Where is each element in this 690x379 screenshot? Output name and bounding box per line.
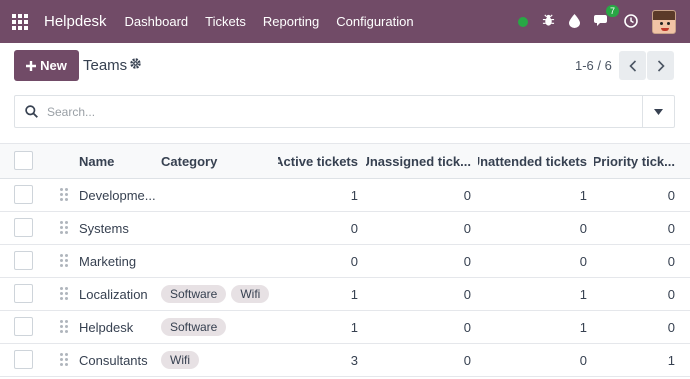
column-header-active-tickets[interactable]: Active tickets (278, 144, 358, 178)
column-header-unattended-tickets[interactable]: Unattended tickets (478, 144, 587, 178)
unassigned-tickets-value: 0 (463, 286, 471, 302)
status-online-icon (518, 16, 528, 27)
messages-icon[interactable]: 7 (594, 5, 619, 29)
row-checkbox[interactable] (14, 251, 33, 270)
new-button[interactable]: New (14, 50, 79, 81)
table-body: Developme... 1 0 1 0 Systems 0 0 0 0 Mar… (0, 179, 690, 377)
category-tag: Wifi (231, 285, 270, 303)
table-row[interactable]: Consultants Wifi 3 0 0 1 (0, 344, 690, 377)
column-header-category[interactable]: Category (161, 144, 276, 178)
main-menu: Dashboard Tickets Reporting Configuratio… (125, 14, 414, 29)
table-row[interactable]: Helpdesk Software 1 0 1 0 (0, 311, 690, 344)
team-category: Wifi (161, 344, 276, 376)
team-name: Marketing (79, 253, 137, 269)
active-tickets-value: 1 (350, 187, 358, 203)
search-bar (14, 95, 675, 128)
menu-tickets[interactable]: Tickets (205, 14, 246, 29)
priority-tickets-value: 0 (667, 187, 675, 203)
category-tag: Wifi (161, 351, 199, 369)
team-name: Systems (79, 220, 129, 236)
table-row[interactable]: Marketing 0 0 0 0 (0, 245, 690, 278)
menu-dashboard[interactable]: Dashboard (125, 14, 189, 29)
clock-icon[interactable] (624, 13, 638, 30)
row-checkbox[interactable] (14, 317, 33, 336)
team-name: Developme... (79, 187, 155, 203)
priority-tickets-value: 1 (667, 352, 675, 368)
unassigned-tickets-value: 0 (463, 187, 471, 203)
unattended-tickets-value: 1 (579, 319, 587, 335)
team-category (161, 212, 276, 244)
unassigned-tickets-value: 0 (463, 253, 471, 269)
team-name: Consultants (79, 352, 148, 368)
systray: 7 (518, 0, 676, 43)
messages-badge: 7 (605, 5, 619, 17)
table-row[interactable]: Localization Software Wifi 1 0 1 0 (0, 278, 690, 311)
row-checkbox[interactable] (14, 284, 33, 303)
row-checkbox[interactable] (14, 350, 33, 369)
drag-handle-icon[interactable] (60, 188, 68, 201)
table-header: Name Category Active tickets Unassigned … (0, 143, 690, 179)
drag-handle-icon[interactable] (60, 287, 68, 300)
drag-handle-icon[interactable] (60, 320, 68, 333)
active-tickets-value: 1 (350, 319, 358, 335)
drag-handle-icon[interactable] (60, 254, 68, 267)
new-button-label: New (40, 58, 67, 73)
column-header-priority-tickets[interactable]: Priority tick... (594, 144, 675, 178)
page-title: Teams (83, 57, 128, 74)
drag-handle-icon[interactable] (60, 353, 68, 366)
menu-configuration[interactable]: Configuration (336, 14, 413, 29)
row-checkbox[interactable] (14, 185, 33, 204)
team-category: Software Wifi (161, 278, 276, 310)
apps-menu-icon[interactable] (0, 0, 40, 43)
priority-tickets-value: 0 (667, 220, 675, 236)
unattended-tickets-value: 0 (579, 352, 587, 368)
column-header-name[interactable]: Name (79, 144, 155, 178)
chevron-left-icon (628, 59, 636, 72)
pager-previous-button[interactable] (619, 51, 646, 80)
team-category: Software (161, 311, 276, 343)
table-row[interactable]: Developme... 1 0 1 0 (0, 179, 690, 212)
category-tag: Software (161, 285, 227, 303)
search-options-toggle[interactable] (642, 96, 674, 127)
drag-handle-icon[interactable] (60, 221, 68, 234)
app-brand[interactable]: Helpdesk (44, 13, 107, 30)
unassigned-tickets-value: 0 (463, 319, 471, 335)
unattended-tickets-value: 1 (579, 187, 587, 203)
column-header-unassigned-tickets[interactable]: Unassigned tick... (366, 144, 471, 178)
search-icon (15, 105, 47, 118)
active-tickets-value: 0 (350, 253, 358, 269)
select-all-checkbox[interactable] (14, 151, 33, 170)
priority-tickets-value: 0 (667, 253, 675, 269)
unattended-tickets-value: 1 (579, 286, 587, 302)
team-category (161, 245, 276, 277)
priority-tickets-value: 0 (667, 319, 675, 335)
team-name: Helpdesk (79, 319, 134, 335)
top-navbar: Helpdesk Dashboard Tickets Reporting Con… (0, 0, 690, 43)
active-tickets-value: 3 (350, 352, 358, 368)
pager-value[interactable]: 1-6 / 6 (575, 58, 612, 73)
pager-next-button[interactable] (647, 51, 674, 80)
row-checkbox[interactable] (14, 218, 33, 237)
plus-icon (26, 60, 37, 71)
unassigned-tickets-value: 0 (463, 352, 471, 368)
gear-icon[interactable] (129, 57, 142, 73)
teams-list: Name Category Active tickets Unassigned … (0, 143, 690, 377)
bug-icon[interactable] (542, 14, 555, 29)
unattended-tickets-value: 0 (579, 220, 587, 236)
priority-tickets-value: 0 (667, 286, 675, 302)
category-tag: Software (161, 318, 227, 336)
unattended-tickets-value: 0 (579, 253, 587, 269)
team-name: Localization (79, 286, 148, 302)
chevron-right-icon (657, 59, 665, 72)
team-category (161, 179, 276, 211)
active-tickets-value: 1 (350, 286, 358, 302)
table-row[interactable]: Systems 0 0 0 0 (0, 212, 690, 245)
user-avatar[interactable] (652, 9, 676, 34)
drop-icon[interactable] (569, 13, 580, 30)
menu-reporting[interactable]: Reporting (263, 14, 319, 29)
active-tickets-value: 0 (350, 220, 358, 236)
unassigned-tickets-value: 0 (463, 220, 471, 236)
caret-down-icon (654, 108, 663, 115)
search-input[interactable] (47, 104, 642, 119)
